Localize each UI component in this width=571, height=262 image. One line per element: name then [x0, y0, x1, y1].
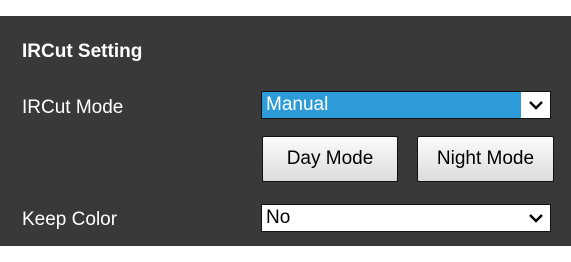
ircut-settings-panel: IRCut Setting IRCut Mode Manual Day Mode…: [0, 16, 571, 246]
chevron-down-icon: [529, 214, 543, 223]
keep-color-value: No: [266, 207, 291, 228]
keep-color-label: Keep Color: [22, 209, 118, 230]
day-mode-button[interactable]: Day Mode: [262, 136, 398, 182]
ircut-mode-value: Manual: [266, 94, 329, 115]
chevron-down-icon: [529, 101, 543, 110]
ircut-mode-select[interactable]: Manual: [261, 91, 551, 119]
section-title: IRCut Setting: [22, 41, 143, 62]
keep-color-select[interactable]: No: [261, 204, 551, 232]
ircut-mode-label: IRCut Mode: [22, 97, 124, 118]
night-mode-button[interactable]: Night Mode: [417, 136, 554, 182]
